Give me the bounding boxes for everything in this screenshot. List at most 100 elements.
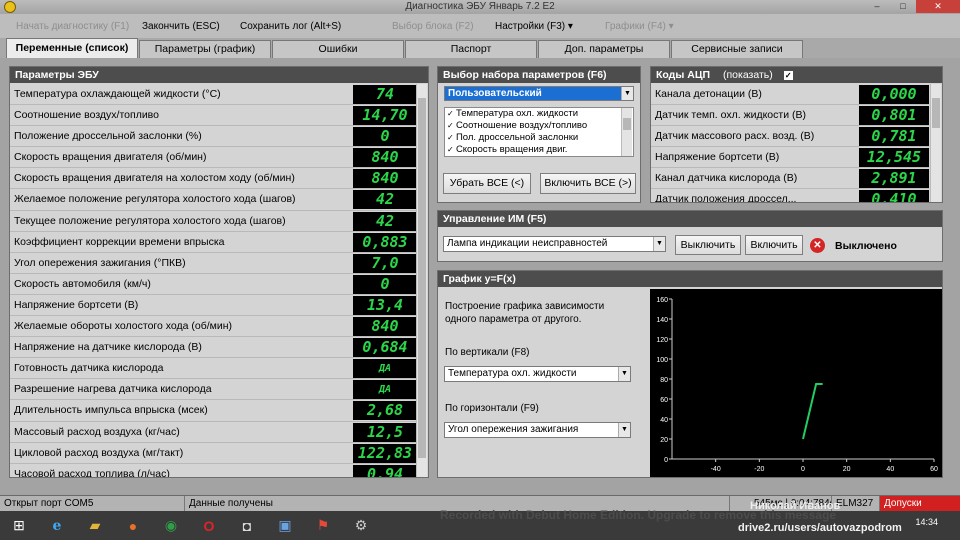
adc-row-label: Канал датчика кислорода (В) xyxy=(655,172,798,185)
checkbox-checked-icon[interactable]: ✓ xyxy=(447,109,456,118)
remove-all-button[interactable]: Убрать ВСЕ (<) xyxy=(443,173,531,194)
y-tick-label: 40 xyxy=(660,417,668,424)
param-checklist-item[interactable]: ✓ Температура охл. жидкости xyxy=(445,108,633,120)
ecu-row: Скорость вращения двигателя на холостом … xyxy=(10,168,417,190)
tab-extra-params[interactable]: Доп. параметры xyxy=(538,40,670,58)
ecu-row-value: 2,68 xyxy=(353,401,417,421)
tab-variables-list[interactable]: Переменные (список) xyxy=(6,38,138,58)
horizontal-label: По горизонтали (F9) xyxy=(445,403,539,414)
adc-row: Канал датчика кислорода (В) 2,891 xyxy=(651,168,929,190)
param-list-scrollbar[interactable] xyxy=(621,108,632,156)
save-icon[interactable]: ▣ xyxy=(269,513,301,539)
windows-icon[interactable]: ⊞ xyxy=(3,513,35,539)
chevron-down-icon[interactable]: ▼ xyxy=(653,237,665,251)
menu-settings[interactable]: Настройки (F3) ▾ xyxy=(489,21,599,32)
adc-row-value: 12,545 xyxy=(859,148,929,168)
menu-save-log[interactable]: Сохранить лог (Alt+S) xyxy=(234,21,386,32)
param-set-select[interactable]: Пользовательский ▼ xyxy=(444,86,634,101)
ecu-scrollbar[interactable] xyxy=(416,84,427,477)
checkbox-checked-icon[interactable]: ✓ xyxy=(447,133,456,142)
ecu-row-label: Напряжение на датчике кислорода (В) xyxy=(14,341,202,354)
ecu-row: Длительность импульса впрыска (мсек) 2,68 xyxy=(10,400,417,422)
chart-background xyxy=(650,289,942,477)
y-tick-label: 60 xyxy=(660,397,668,404)
turn-off-button[interactable]: Выключить xyxy=(675,235,741,255)
ecu-row: Скорость автомобиля (км/ч) 0 xyxy=(10,274,417,295)
opera-icon[interactable]: O xyxy=(193,513,225,539)
param-checklist-item[interactable]: ✓ Пол. дроссельной заслонки xyxy=(445,132,633,144)
ie-icon[interactable]: e xyxy=(41,513,73,539)
status-port: Открыт порт COM5 xyxy=(0,496,185,512)
adc-row-value: 2,891 xyxy=(859,169,929,189)
minimize-button[interactable]: – xyxy=(864,0,890,13)
ecu-row: Напряжение на датчике кислорода (В) 0,684 xyxy=(10,337,417,359)
param-checklist-label: Скорость вращения двиг. xyxy=(455,144,568,155)
flag-icon[interactable]: ⚑ xyxy=(307,513,339,539)
turn-on-button[interactable]: Включить xyxy=(745,235,803,255)
ecu-row-label: Цикловой расход воздуха (мг/такт) xyxy=(14,446,184,459)
chevron-down-icon[interactable]: ▼ xyxy=(618,423,630,437)
y-tick-label: 120 xyxy=(656,337,668,344)
adc-scrollbar[interactable] xyxy=(930,84,941,202)
ecu-row-label: Коэффициент коррекции времени впрыска xyxy=(14,235,225,248)
tab-service-records[interactable]: Сервисные записи xyxy=(671,40,803,58)
folder-icon[interactable]: ▰ xyxy=(79,513,111,539)
checkbox-checked-icon[interactable]: ✓ xyxy=(447,121,456,130)
y-tick-label: 140 xyxy=(656,317,668,324)
horizontal-select-value: Угол опережения зажигания xyxy=(448,424,579,435)
im-select[interactable]: Лампа индикации неисправностей ▼ xyxy=(443,236,666,252)
chrome-icon[interactable]: ◉ xyxy=(155,513,187,539)
ecu-row-label: Часовой расход топлива (л/час) xyxy=(14,467,170,477)
param-checklist-item[interactable]: ✓ Скорость вращения двиг. xyxy=(445,144,633,156)
ecu-row-value: 42 xyxy=(353,190,417,210)
ecu-row-value: 74 xyxy=(353,85,417,104)
menu-select-block[interactable]: Выбор блока (F2) xyxy=(386,21,489,32)
chevron-down-icon[interactable]: ▼ xyxy=(618,367,630,381)
ecu-row-label: Длительность импульса впрыска (мсек) xyxy=(14,404,208,417)
ecu-row-label: Скорость вращения двигателя (об/мин) xyxy=(14,151,207,164)
y-tick-label: 100 xyxy=(656,357,668,364)
menu-start-diagnostics[interactable]: Начать диагностику (F1) xyxy=(10,21,136,32)
graph-description: Построение графика зависимости одного па… xyxy=(445,301,605,325)
adc-show-label: (показать) xyxy=(722,69,773,81)
adc-row-value: 0,410 xyxy=(859,190,929,202)
adc-row: Датчик массового расх. возд. (В) 0,781 xyxy=(651,126,929,148)
tab-passport[interactable]: Паспорт xyxy=(405,40,537,58)
ecu-row-value: ДА xyxy=(353,380,417,400)
chevron-down-icon[interactable]: ▼ xyxy=(621,87,633,100)
adc-row-value: 0,781 xyxy=(859,127,929,147)
url-watermark: drive2.ru/users/autovazpodrom xyxy=(738,522,902,534)
adc-row: Канала детонации (В) 0,000 xyxy=(651,84,929,106)
add-all-button[interactable]: Включить ВСЕ (>) xyxy=(540,173,636,194)
maximize-button[interactable]: □ xyxy=(890,0,916,13)
menu-bar: Начать диагностику (F1) Закончить (ESC) … xyxy=(0,14,960,38)
adc-show-checkbox[interactable]: ✓ xyxy=(783,70,793,80)
x-tick-label: 40 xyxy=(886,466,894,473)
menu-graphs[interactable]: Графики (F4) ▾ xyxy=(599,21,699,32)
ecu-row: Соотношение воздух/топливо 14,70 xyxy=(10,105,417,127)
ecu-row-value: 12,5 xyxy=(353,422,417,442)
ecu-row-label: Напряжение бортсети (В) xyxy=(14,298,139,311)
ecu-row-label: Скорость автомобиля (км/ч) xyxy=(14,277,151,290)
app-icon[interactable]: ⚙ xyxy=(345,513,377,539)
checkbox-checked-icon[interactable]: ✓ xyxy=(447,145,456,154)
vertical-select[interactable]: Температура охл. жидкости ▼ xyxy=(444,366,631,382)
tab-parameters-graph[interactable]: Параметры (график) xyxy=(139,40,271,58)
camera-icon[interactable]: ◘ xyxy=(231,513,263,539)
x-tick-label: 60 xyxy=(930,466,938,473)
ecu-scroll-thumb[interactable] xyxy=(418,98,426,458)
tab-errors[interactable]: Ошибки xyxy=(272,40,404,58)
horizontal-select[interactable]: Угол опережения зажигания ▼ xyxy=(444,422,631,438)
ecu-row-value: 840 xyxy=(353,317,417,337)
ecu-row: Скорость вращения двигателя (об/мин) 840 xyxy=(10,147,417,169)
ecu-row-value: 0,94 xyxy=(353,464,417,477)
close-button[interactable]: ✕ xyxy=(916,0,960,13)
ecu-row-value: 0,684 xyxy=(353,338,417,358)
adc-row: Напряжение бортсети (В) 12,545 xyxy=(651,147,929,169)
menu-finish[interactable]: Закончить (ESC) xyxy=(136,21,234,32)
param-checklist-label: Пол. дроссельной заслонки xyxy=(455,132,579,143)
ecu-row-value: 122,83 xyxy=(353,443,417,463)
firefox-icon[interactable]: ● xyxy=(117,513,149,539)
ecu-params-title: Параметры ЭБУ xyxy=(10,67,428,83)
param-checklist-item[interactable]: ✓ Соотношение воздух/топливо xyxy=(445,120,633,132)
